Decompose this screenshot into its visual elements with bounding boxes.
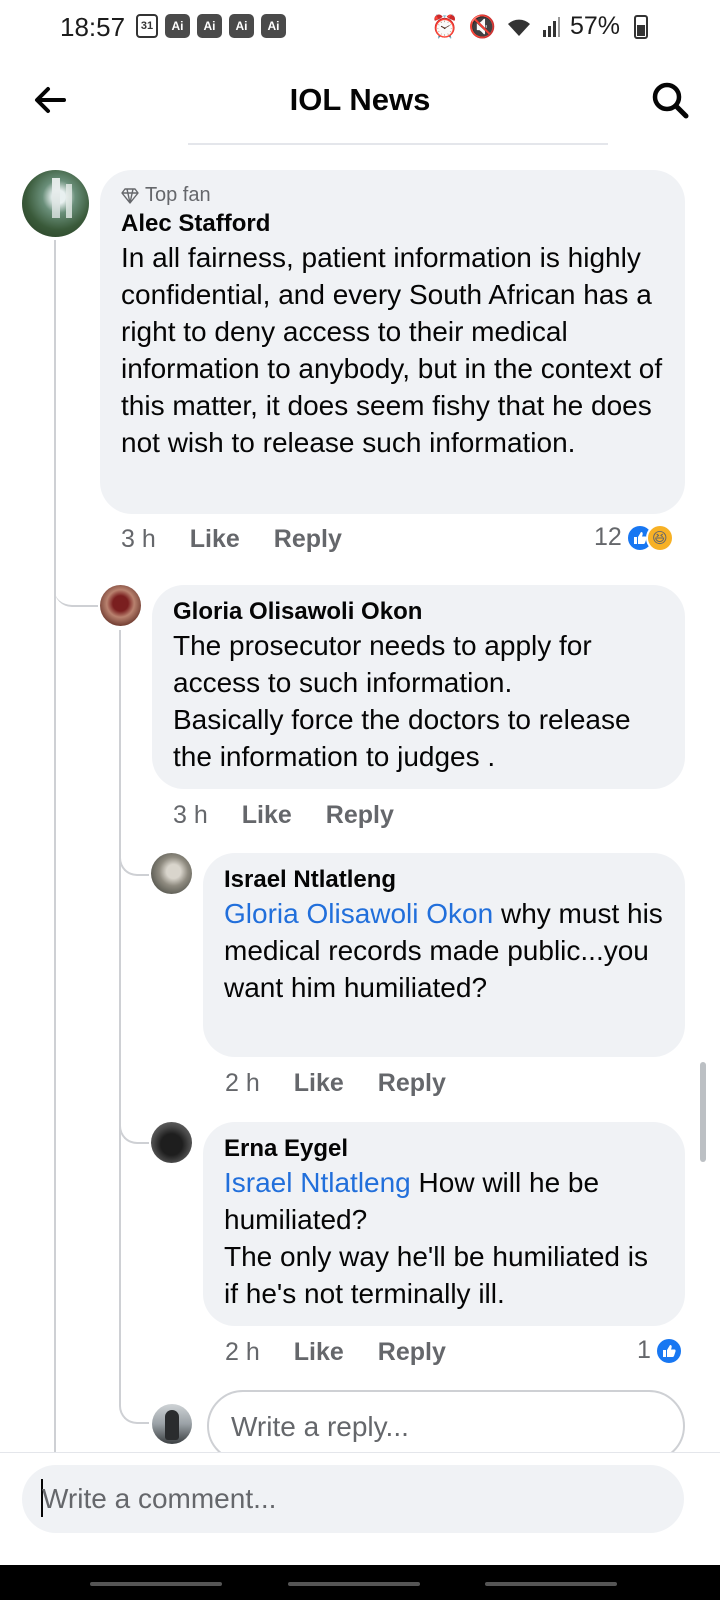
thread-connector — [119, 850, 149, 876]
comment-text: The only way he'll be humiliated is if h… — [224, 1241, 649, 1309]
battery-percent: 57% — [569, 12, 620, 40]
status-bar: 18:57 31 Ai Ai Ai Ai ⏰ 🔇 57% — [0, 0, 720, 56]
reply-button[interactable]: Reply — [326, 801, 394, 830]
comment-author[interactable]: Gloria Olisawoli Okon — [173, 597, 664, 627]
comment-text: Israel Ntlatleng How will he be humiliat… — [224, 1164, 664, 1238]
avatar[interactable] — [22, 170, 89, 237]
thread-line — [119, 630, 121, 1130]
top-fan-badge: Top fan — [121, 184, 664, 207]
comment-actions: 2 h Like Reply — [225, 1069, 446, 1098]
thread-line — [54, 240, 56, 1452]
app-header: IOL News — [0, 60, 720, 140]
status-time: 18:57 — [60, 12, 126, 42]
ai-badge-icon: Ai — [229, 14, 254, 38]
comment-timestamp: 2 h — [225, 1338, 260, 1366]
header-divider — [188, 143, 608, 145]
comment-text: In all fairness, patient information is … — [121, 242, 663, 458]
top-fan-label: Top fan — [145, 184, 211, 206]
reaction-summary[interactable]: 1 — [637, 1336, 683, 1365]
avatar[interactable] — [100, 585, 141, 626]
ai-badge-icon: Ai — [165, 14, 190, 38]
comment-actions: 2 h Like Reply — [225, 1338, 446, 1367]
reaction-count: 12 — [594, 523, 622, 551]
like-button[interactable]: Like — [294, 1338, 344, 1367]
alarm-icon: ⏰ — [431, 13, 459, 39]
system-nav-bar — [0, 1565, 720, 1600]
mute-icon: 🔇 — [468, 13, 496, 39]
comment-actions: 3 h Like Reply — [121, 525, 342, 554]
comment-timestamp: 2 h — [225, 1069, 260, 1097]
comment-timestamp: 3 h — [121, 525, 156, 553]
reply-button[interactable]: Reply — [274, 525, 342, 554]
search-icon[interactable] — [648, 78, 692, 122]
diamond-icon — [121, 187, 139, 204]
comment-actions: 3 h Like Reply — [173, 801, 394, 830]
comment-text: The prosecutor needs to apply for access… — [173, 630, 592, 698]
reaction-summary[interactable]: 12 😆 — [594, 523, 674, 552]
my-avatar — [152, 1404, 192, 1444]
comment-timestamp: 3 h — [173, 801, 208, 829]
mention-link[interactable]: Gloria Olisawoli Okon — [224, 898, 493, 929]
nav-back-handle[interactable] — [485, 1582, 617, 1586]
like-button[interactable]: Like — [294, 1069, 344, 1098]
thread-connector — [54, 575, 98, 607]
comment-bubble: Israel Ntlatleng Gloria Olisawoli Okon w… — [203, 853, 685, 1057]
nav-recents-handle[interactable] — [90, 1582, 222, 1586]
thread-connector — [119, 1130, 149, 1424]
scrollbar-thumb[interactable] — [700, 1062, 706, 1162]
reply-placeholder: Write a reply... — [231, 1411, 409, 1442]
comment-bubble: Erna Eygel Israel Ntlatleng How will he … — [203, 1122, 685, 1326]
status-notification-icons: 31 Ai Ai Ai Ai — [136, 14, 286, 38]
comment-field[interactable]: Write a comment... — [22, 1465, 684, 1533]
like-reaction-icon — [654, 1336, 683, 1365]
ai-badge-icon: Ai — [261, 14, 286, 38]
reply-button[interactable]: Reply — [378, 1069, 446, 1098]
mention-link[interactable]: Israel Ntlatleng — [224, 1167, 411, 1198]
battery-icon — [634, 14, 648, 39]
like-button[interactable]: Like — [242, 801, 292, 830]
comment-text: Basically force the doctors to release t… — [173, 704, 631, 772]
comment-author[interactable]: Erna Eygel — [224, 1134, 664, 1164]
status-system-icons: ⏰ 🔇 57% — [431, 12, 648, 41]
signal-icon — [542, 16, 560, 37]
comment-bubble: Top fan Alec Stafford In all fairness, p… — [100, 170, 685, 514]
reply-button[interactable]: Reply — [378, 1338, 446, 1367]
haha-reaction-icon: 😆 — [645, 523, 674, 552]
page-title: IOL News — [289, 82, 431, 117]
ai-badge-icon: Ai — [197, 14, 222, 38]
comment-placeholder: Write a comment... — [42, 1483, 277, 1514]
avatar[interactable] — [151, 1122, 192, 1163]
avatar[interactable] — [151, 853, 192, 894]
comment-author[interactable]: Alec Stafford — [121, 209, 664, 239]
like-button[interactable]: Like — [190, 525, 240, 554]
nav-home-handle[interactable] — [288, 1582, 420, 1586]
wifi-icon — [507, 19, 530, 36]
reaction-count: 1 — [637, 1336, 651, 1364]
comment-bubble: Gloria Olisawoli Okon The prosecutor nee… — [152, 585, 685, 789]
comment-text: Gloria Olisawoli Okon why must his medic… — [224, 895, 664, 1006]
comment-author[interactable]: Israel Ntlatleng — [224, 865, 664, 895]
calendar-icon: 31 — [136, 14, 158, 38]
comment-composer: Write a comment... — [0, 1452, 720, 1564]
